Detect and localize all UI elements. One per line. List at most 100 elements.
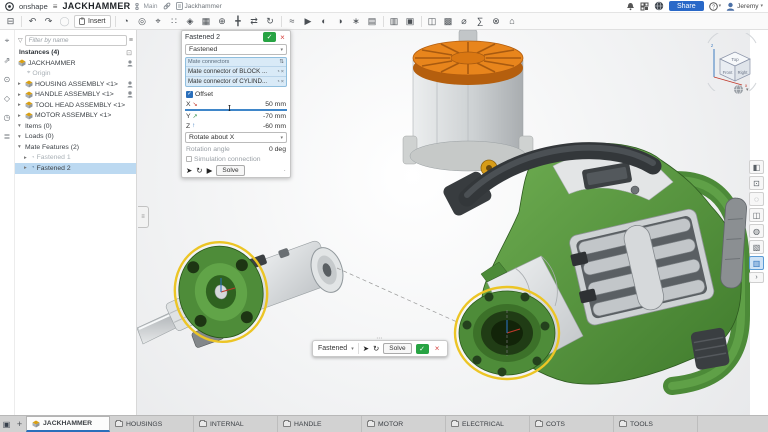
tree-row-handle-assembly[interactable]: ▸ HANDLE ASSEMBLY <1> (15, 90, 136, 101)
simulation-panel-icon[interactable]: ▥ (749, 256, 764, 270)
z-offset-value[interactable]: -60 mm (263, 123, 286, 130)
mass-properties-icon[interactable]: ∑ (474, 15, 487, 28)
display-states-icon[interactable]: ▤ (366, 15, 379, 28)
language-globe-icon[interactable] (654, 1, 664, 11)
rotate-tool-icon[interactable]: ↻ (373, 344, 379, 353)
parts-panel-icon[interactable]: ◇ (4, 94, 10, 103)
tab-cots[interactable]: COTS (530, 416, 614, 432)
section-loads[interactable]: ▾ Loads (0) (15, 132, 136, 143)
tree-row-tool-head-assembly[interactable]: ▸ TOOL HEAD ASSEMBLY <1> (15, 100, 136, 111)
help-button[interactable]: ? ▾ (709, 2, 722, 11)
follow-mode-icon[interactable]: ⇗ (4, 56, 11, 65)
appearance-icon[interactable]: ◑ (334, 15, 347, 28)
view-options-button[interactable]: ▾ (733, 84, 749, 95)
tree-row-fastened-2[interactable]: ▸ ◔ Fastened 2 (15, 163, 136, 174)
named-views-icon[interactable]: ▧ (749, 240, 764, 254)
front-cap-mate-connector-highlight[interactable] (455, 287, 559, 379)
remove-connector-icon[interactable]: × (281, 69, 284, 75)
navigation-panel-icon[interactable]: ⌖ (5, 36, 10, 46)
workspace-selector[interactable]: Main (135, 3, 157, 10)
measure-icon[interactable]: ⌀ (458, 15, 471, 28)
rotate-about-select[interactable]: Rotate about X ▾ (185, 132, 287, 143)
connector-clock-icon[interactable]: ◔ (276, 69, 279, 75)
connector-item[interactable]: Mate connector of BLOCK ... ◔ × (186, 66, 286, 76)
animate-icon[interactable]: ▶ (302, 15, 315, 28)
select-tool-icon[interactable]: ➤ (186, 166, 192, 175)
tab-internal[interactable]: INTERNAL (194, 416, 278, 432)
x-offset-value[interactable]: 50 mm (265, 101, 286, 108)
instance-list-toggle-icon[interactable]: ⊟ (4, 15, 17, 28)
notes-panel-icon[interactable]: ≣ (4, 132, 11, 141)
notifications-bell-icon[interactable] (626, 2, 635, 11)
tab-housings[interactable]: HOUSINGS (110, 416, 194, 432)
tab-handle[interactable]: HANDLE (278, 416, 362, 432)
solve-button[interactable]: Solve (216, 165, 244, 176)
simulation-checkbox[interactable] (186, 156, 192, 162)
redo-icon[interactable]: ↷ (42, 15, 55, 28)
tree-row-housing-assembly[interactable]: ▸ HOUSING ASSEMBLY <1> (15, 79, 136, 90)
group-mate-icon[interactable]: ◎ (136, 15, 149, 28)
hide-icon[interactable]: ◌ (749, 192, 764, 206)
document-tab-jackhammer[interactable]: Jackhammer (176, 2, 222, 10)
accept-button[interactable]: ✓ (263, 32, 276, 42)
rotation-angle-value[interactable]: 0 deg (269, 146, 286, 153)
frame-tool-icon[interactable]: ⌂ (506, 15, 519, 28)
section-view-icon[interactable]: ◫ (426, 15, 439, 28)
bom-icon[interactable]: ▩ (442, 15, 455, 28)
mate-type-select[interactable]: Fastened ▾ (185, 44, 287, 55)
replicate-icon[interactable]: ▦ (200, 15, 213, 28)
tab-motor[interactable]: MOTOR (362, 416, 446, 432)
perspective-icon[interactable]: ◧ (749, 160, 764, 174)
view-cube[interactable]: Top Front Right z x (702, 33, 762, 96)
show-hide-icon[interactable]: ◐ (318, 15, 331, 28)
rotate-icon[interactable]: ↻ (264, 15, 277, 28)
share-button[interactable]: Share (669, 1, 704, 11)
cancel-button[interactable]: × (278, 33, 287, 42)
circular-pattern-icon[interactable]: ◈ (184, 15, 197, 28)
onshape-logo-icon[interactable] (5, 2, 14, 11)
link-icon[interactable] (163, 2, 171, 10)
render-mode-icon[interactable]: ◍ (749, 224, 764, 238)
y-offset-value[interactable]: -70 mm (263, 113, 286, 120)
collapse-icon[interactable]: ▾ (18, 134, 23, 140)
expand-icon[interactable]: ▸ (24, 165, 29, 171)
section-items[interactable]: ▾ Items (0) (15, 121, 136, 132)
solve-button[interactable]: Solve (383, 343, 411, 354)
connector-item[interactable]: Mate connector of CYLIND... ◔ × (186, 76, 286, 86)
isolate-icon[interactable]: ⊡ (749, 176, 764, 190)
flange-mate-connector-highlight[interactable] (166, 234, 277, 351)
named-positions-icon[interactable]: ▥ (388, 15, 401, 28)
mini-mate-type-select[interactable]: Fastened (318, 345, 347, 352)
filter-input[interactable] (25, 35, 127, 46)
expand-icon[interactable]: ▸ (24, 155, 29, 161)
tab-tools[interactable]: TOOLS (614, 416, 698, 432)
collapse-icon[interactable]: ▾ (18, 144, 23, 150)
remove-connector-icon[interactable]: × (281, 79, 284, 85)
section-view-icon[interactable]: ◫ (749, 208, 764, 222)
collapse-rail-icon[interactable]: › (749, 272, 764, 283)
select-tool-icon[interactable]: ➤ (363, 344, 369, 353)
tree-row-motor-assembly[interactable]: ▸ MOTOR ASSEMBLY <1> (15, 111, 136, 122)
tree-row-origin[interactable]: ⌖ Origin (15, 69, 136, 80)
offset-checkbox[interactable]: ✓ (186, 91, 193, 98)
expand-icon[interactable]: ▸ (18, 81, 23, 87)
connector-clock-icon[interactable]: ◔ (276, 79, 279, 85)
insert-button[interactable]: Insert (74, 15, 111, 28)
panel-toggle-icon[interactable]: ⊡ (126, 49, 132, 57)
sort-icon[interactable]: ⇅ (279, 59, 284, 65)
linear-pattern-icon[interactable]: ∷ (168, 15, 181, 28)
history-panel-icon[interactable]: ◷ (4, 113, 11, 122)
tab-manager-icon[interactable]: ▣ (0, 416, 13, 432)
list-options-icon[interactable]: ≡ (129, 37, 133, 44)
new-tab-button[interactable]: + (13, 416, 26, 432)
panel-resize-handle[interactable]: ≡ (138, 206, 149, 228)
snap-mode-icon[interactable]: ≈ (286, 15, 299, 28)
tree-row-root[interactable]: JACKHAMMER (15, 58, 136, 69)
tree-row-fastened-1[interactable]: ▸ ◔ Fastened 1 (15, 153, 136, 164)
accept-button[interactable]: ✓ (416, 344, 429, 354)
tab-jackhammer[interactable]: JACKHAMMER (26, 416, 110, 432)
animate-mate-icon[interactable]: ▶ (207, 166, 213, 175)
collapse-icon[interactable]: ▾ (18, 123, 23, 129)
exploded-view-icon[interactable]: ∗ (350, 15, 363, 28)
transform-icon[interactable]: ╋ (232, 15, 245, 28)
